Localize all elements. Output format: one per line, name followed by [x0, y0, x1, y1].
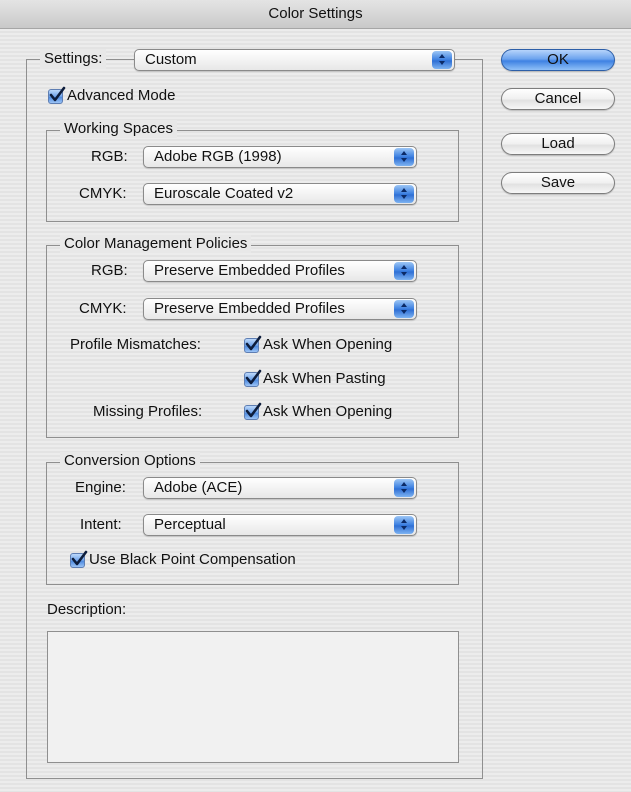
checkbox-box	[244, 335, 262, 353]
bpc-label: Use Black Point Compensation	[89, 551, 296, 568]
checkmark-icon	[49, 86, 66, 101]
checkbox-box	[70, 550, 88, 568]
working-rgb-popup[interactable]: Adobe RGB (1998)	[143, 146, 417, 168]
cancel-button[interactable]: Cancel	[501, 88, 615, 110]
checkmark-icon	[245, 369, 262, 384]
settings-value: Custom	[145, 51, 197, 68]
intent-popup[interactable]: Perceptual	[143, 514, 417, 536]
working-cmyk-label: CMYK:	[79, 185, 127, 202]
up-down-arrows-icon	[432, 51, 452, 69]
checkmark-icon	[245, 402, 262, 417]
up-down-arrows-icon	[394, 262, 414, 280]
working-cmyk-value: Euroscale Coated v2	[154, 185, 294, 202]
color-settings-dialog: Settings: Custom Advanced Mode Working S…	[0, 29, 631, 792]
up-down-arrows-icon	[394, 516, 414, 534]
working-spaces-title: Working Spaces	[60, 120, 177, 138]
policy-cmyk-value: Preserve Embedded Profiles	[154, 300, 345, 317]
description-label: Description:	[47, 601, 127, 618]
checkbox-box	[244, 402, 262, 420]
advanced-mode-checkbox[interactable]: Advanced Mode	[48, 86, 175, 106]
engine-value: Adobe (ACE)	[154, 479, 243, 496]
profile-mismatches-label: Profile Mismatches:	[70, 336, 201, 353]
working-spaces-group	[46, 130, 459, 222]
policy-rgb-popup[interactable]: Preserve Embedded Profiles	[143, 260, 417, 282]
policy-rgb-value: Preserve Embedded Profiles	[154, 262, 345, 279]
missing-profiles-label: Missing Profiles:	[93, 403, 203, 420]
working-rgb-label: RGB:	[91, 148, 128, 165]
up-down-arrows-icon	[394, 479, 414, 497]
working-cmyk-popup[interactable]: Euroscale Coated v2	[143, 183, 417, 205]
engine-label: Engine:	[75, 479, 126, 496]
ok-button[interactable]: OK	[501, 49, 615, 71]
intent-label: Intent:	[80, 516, 122, 533]
ask-opening-label: Ask When Opening	[263, 336, 393, 353]
checkbox-box	[244, 369, 262, 387]
description-box	[47, 631, 459, 763]
up-down-arrows-icon	[394, 148, 414, 166]
black-point-compensation-checkbox[interactable]: Use Black Point Compensation	[70, 550, 296, 570]
checkmark-icon	[245, 335, 262, 350]
save-button[interactable]: Save	[501, 172, 615, 194]
window-title: Color Settings	[268, 5, 363, 22]
checkmark-icon	[71, 550, 88, 565]
settings-popup[interactable]: Custom	[134, 49, 455, 71]
load-button[interactable]: Load	[501, 133, 615, 155]
advanced-mode-label: Advanced Mode	[67, 87, 176, 104]
checkbox-box	[48, 86, 66, 104]
up-down-arrows-icon	[394, 300, 414, 318]
missing-ask-opening-label: Ask When Opening	[263, 403, 393, 420]
policy-rgb-label: RGB:	[91, 262, 128, 279]
missing-ask-opening-checkbox[interactable]: Ask When Opening	[244, 402, 392, 422]
policies-title: Color Management Policies	[60, 235, 252, 253]
policy-cmyk-popup[interactable]: Preserve Embedded Profiles	[143, 298, 417, 320]
conversion-title: Conversion Options	[60, 452, 200, 470]
working-rgb-value: Adobe RGB (1998)	[154, 148, 282, 165]
intent-value: Perceptual	[154, 516, 226, 533]
mismatch-ask-pasting-checkbox[interactable]: Ask When Pasting	[244, 369, 386, 389]
ask-pasting-label: Ask When Pasting	[263, 370, 386, 387]
policy-cmyk-label: CMYK:	[79, 300, 127, 317]
window-title-bar: Color Settings	[0, 0, 631, 29]
engine-popup[interactable]: Adobe (ACE)	[143, 477, 417, 499]
mismatch-ask-opening-checkbox[interactable]: Ask When Opening	[244, 335, 392, 355]
up-down-arrows-icon	[394, 185, 414, 203]
settings-label: Settings:	[40, 49, 107, 69]
